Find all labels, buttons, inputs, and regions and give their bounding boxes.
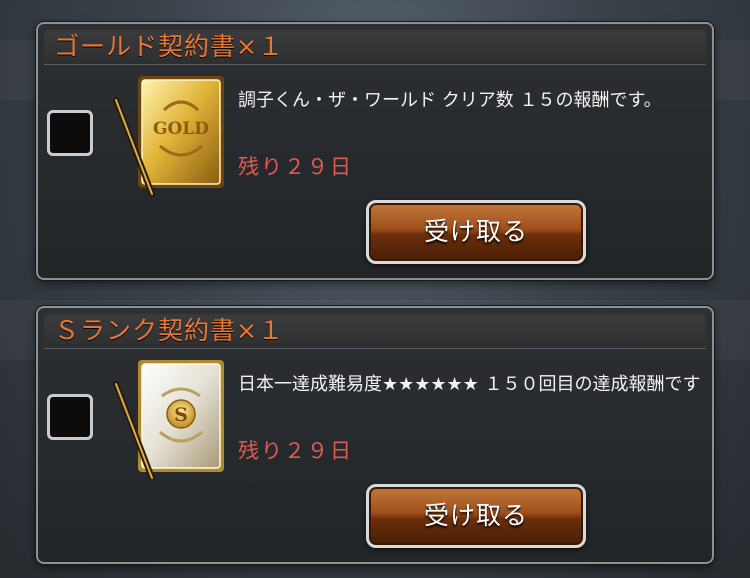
- remaining-days: 残り２９日: [238, 439, 353, 463]
- select-checkbox[interactable]: [47, 110, 93, 156]
- card-title: Ｓランク契約書×１: [54, 316, 284, 345]
- s-rank-contract-icon: S: [113, 360, 224, 481]
- receive-button[interactable]: 受け取る: [366, 484, 586, 548]
- reward-card-s-rank: Ｓランク契約書×１ S 日本一達成難易度★★★★★★ １５０回目の達成報酬です …: [36, 306, 714, 564]
- select-checkbox[interactable]: [47, 394, 93, 440]
- remaining-days: 残り２９日: [238, 155, 353, 179]
- card-header: Ｓランク契約書×１: [44, 314, 706, 349]
- reward-card-gold: ゴールド契約書×１ GOLD 調子くん・ザ・ワールド クリア数 １５の報酬です。…: [36, 22, 714, 280]
- svg-text:GOLD: GOLD: [153, 119, 209, 139]
- gold-contract-icon: GOLD: [113, 76, 224, 197]
- receive-button[interactable]: 受け取る: [366, 200, 586, 264]
- card-title: ゴールド契約書×１: [54, 32, 284, 61]
- reward-description: 調子くん・ザ・ワールド クリア数 １５の報酬です。: [238, 90, 662, 111]
- reward-description: 日本一達成難易度★★★★★★ １５０回目の達成報酬です: [238, 374, 701, 395]
- svg-text:S: S: [174, 404, 188, 426]
- card-header: ゴールド契約書×１: [44, 30, 706, 65]
